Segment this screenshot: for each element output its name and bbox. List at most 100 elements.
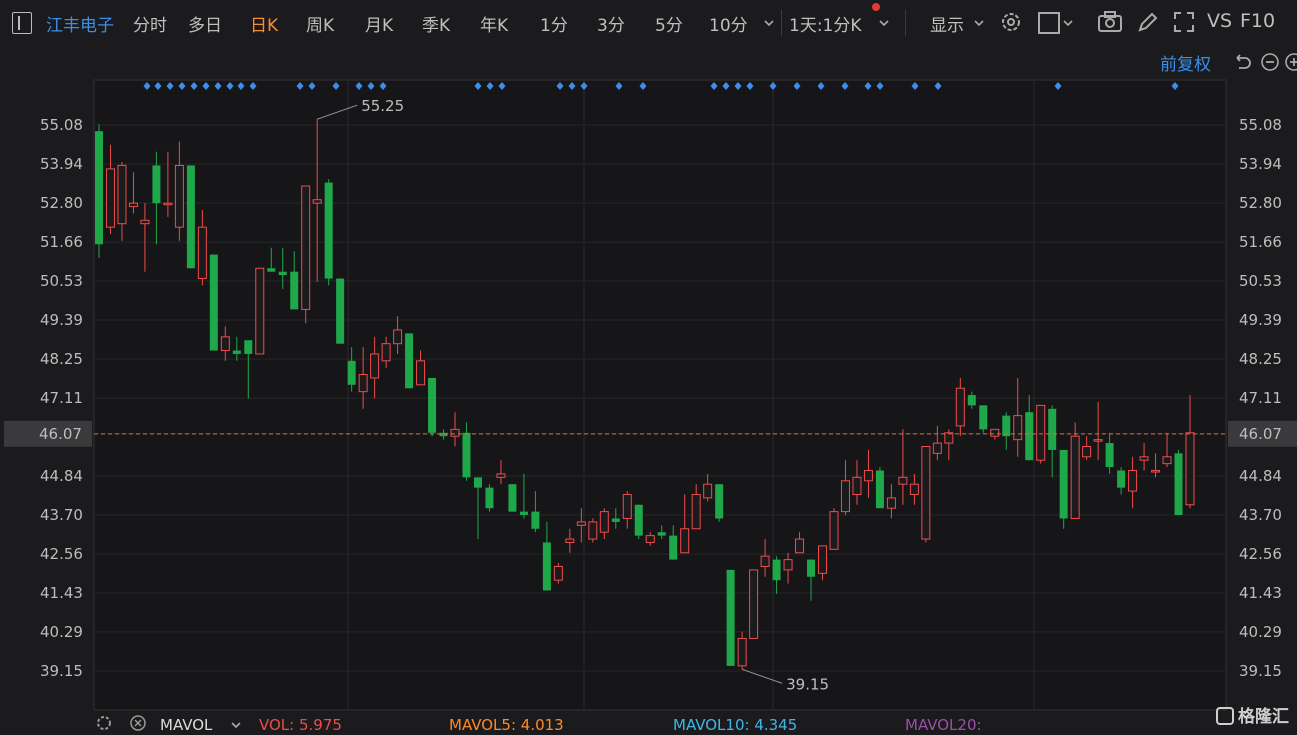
watermark-logo: 格隆汇 [1216, 702, 1289, 727]
price-tick-label: 46.07 [39, 425, 82, 443]
candle-body [105, 168, 115, 228]
pencil-icon[interactable] [1136, 10, 1160, 38]
price-tick-label: 48.25 [40, 350, 83, 368]
candle-body [1048, 408, 1057, 450]
price-tick-label: 48.25 [1239, 350, 1282, 368]
tab-period-6[interactable]: 年K [480, 11, 508, 36]
price-tick-label: 55.08 [40, 116, 83, 134]
price-axis-left: 55.08 53.94 52.80 51.66 50.53 49.39 48.25 47.11… [39, 116, 83, 680]
tab-period-2[interactable]: 日K [250, 11, 278, 36]
candle-body [416, 360, 426, 386]
candle-body [209, 254, 218, 351]
candle-body [163, 202, 173, 206]
price-tick-label: 52.80 [1239, 194, 1282, 212]
chevron-down-icon[interactable] [878, 14, 890, 33]
high-annotation-label: 55.25 [361, 97, 404, 115]
candle-body [358, 374, 368, 393]
candle-body [737, 637, 747, 667]
candle-body [496, 473, 506, 478]
tab-period-8[interactable]: 3分 [597, 11, 625, 36]
tab-period-1[interactable]: 多日 [188, 11, 222, 36]
candlestick-chart[interactable]: 55.25 39.15 55.08 53.94 52.80 51.66 50.53 49.3… [0, 46, 1297, 731]
candle-body [370, 353, 380, 379]
period-combo[interactable]: 1天:1分K [789, 11, 862, 36]
chevron-down-icon[interactable] [973, 14, 985, 33]
chevron-down-icon[interactable] [230, 717, 242, 735]
price-tick-label: 39.15 [1239, 662, 1282, 680]
tab-period-10[interactable]: 10分 [709, 11, 748, 36]
square-icon[interactable] [1038, 12, 1060, 34]
toolbar: 江丰电子 分时 多日 日K 周K 月K 季K 年K 1分 3分 5分 10分 1… [0, 0, 1297, 46]
candle-body [1093, 439, 1103, 442]
candle-body [336, 278, 345, 344]
chevron-down-icon[interactable] [1062, 14, 1074, 33]
tab-period-0[interactable]: 分时 [133, 11, 167, 36]
tab-period-5[interactable]: 季K [422, 11, 450, 36]
price-tick-label: 39.15 [40, 662, 83, 680]
tab-period-7[interactable]: 1分 [540, 11, 568, 36]
candle-body [232, 350, 241, 354]
close-icon[interactable] [130, 715, 146, 735]
candle-body [393, 329, 403, 345]
indicator-select[interactable]: MAVOL [160, 716, 212, 734]
candle-body [967, 395, 976, 406]
mavol10-value: MAVOL10: 4.345 [673, 716, 798, 734]
candle-body [1139, 456, 1149, 461]
candle-body [840, 480, 850, 513]
candle-body [1128, 469, 1138, 492]
candle-body [1013, 415, 1023, 441]
price-tick-label: 42.56 [1239, 545, 1282, 563]
candle-body [565, 538, 575, 543]
fullscreen-icon[interactable] [1172, 10, 1196, 38]
sidebar-toggle-icon[interactable] [12, 12, 32, 34]
tab-period-9[interactable]: 5分 [655, 11, 683, 36]
stock-name[interactable]: 江丰电子 [46, 11, 114, 36]
camera-icon[interactable] [1097, 10, 1123, 38]
candle-body [128, 202, 138, 208]
candle-body [1151, 469, 1161, 473]
candle-body [772, 559, 781, 581]
display-menu[interactable]: 显示 [930, 11, 964, 36]
price-tick-label: 40.29 [40, 623, 83, 641]
f10-button[interactable]: F10 [1240, 10, 1275, 32]
candle-body [909, 483, 919, 495]
price-tick-label: 47.11 [1239, 389, 1282, 407]
candle-body [220, 336, 230, 352]
divider [905, 10, 906, 36]
price-tick-label: 53.94 [1239, 155, 1282, 173]
chevron-down-icon[interactable] [763, 14, 775, 33]
plot-area [93, 79, 1227, 711]
candle-body [95, 131, 103, 245]
gear-icon[interactable] [999, 10, 1023, 38]
candle-body [921, 445, 931, 540]
candle-body [301, 185, 311, 310]
mavol20-value: MAVOL20: [905, 716, 982, 734]
gear-icon[interactable] [96, 715, 112, 735]
price-tick-label: 43.70 [40, 506, 83, 524]
tab-period-3[interactable]: 周K [306, 11, 334, 36]
candle-body [576, 521, 586, 526]
vs-button[interactable]: VS [1207, 10, 1232, 32]
price-tick-label: 44.84 [40, 467, 83, 485]
candle-body [657, 532, 666, 536]
price-tick-label: 49.39 [40, 311, 83, 329]
candle-body [347, 360, 356, 385]
candle-body [886, 497, 896, 509]
candle-body [439, 432, 448, 437]
candle-body [428, 377, 437, 433]
candle-body [152, 165, 161, 204]
candle-body [186, 165, 195, 269]
g-logo-icon [1216, 707, 1234, 725]
candle-body [829, 511, 839, 550]
candle-body [267, 268, 276, 272]
candle-body [278, 271, 287, 276]
price-tick-label: 43.70 [1239, 506, 1282, 524]
price-tick-label: 41.43 [40, 584, 83, 602]
candle-body [542, 542, 551, 591]
candle-body [691, 493, 701, 530]
candle-body [852, 476, 862, 495]
candle-body [634, 504, 643, 536]
tab-period-4[interactable]: 月K [365, 11, 393, 36]
price-tick-label: 40.29 [1239, 623, 1282, 641]
candle-body [622, 493, 632, 519]
